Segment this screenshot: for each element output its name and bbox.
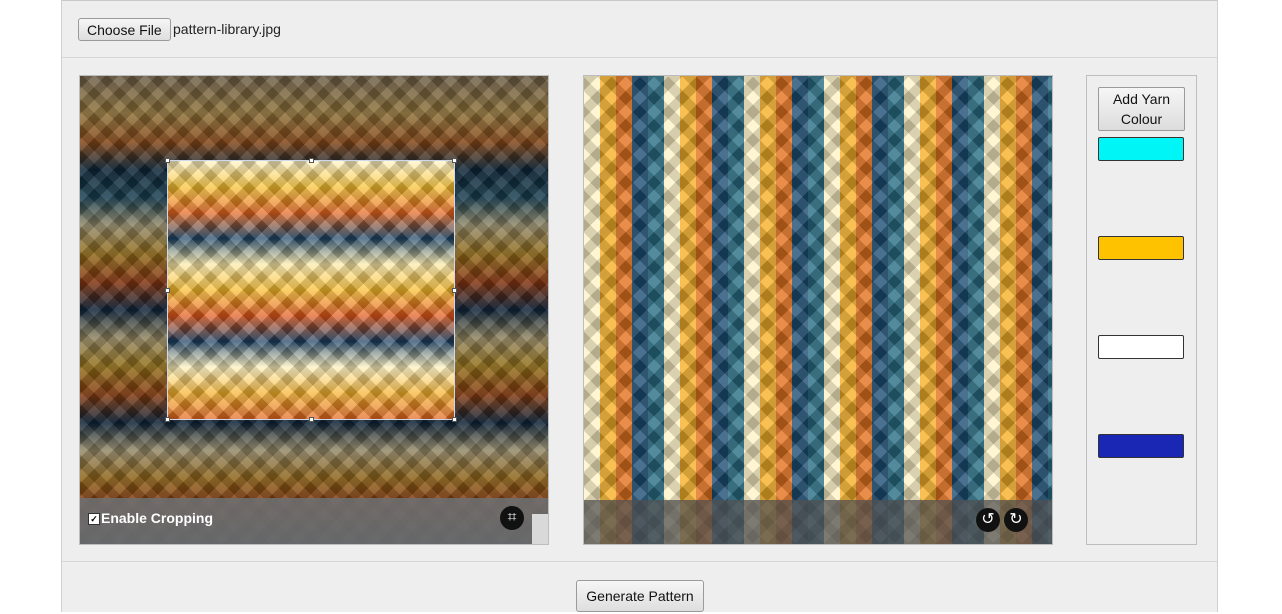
yarn-swatch-3[interactable]: [1098, 335, 1184, 359]
crop-toolbar: ✓ Enable Cropping ⌗: [80, 498, 548, 544]
crop-handle-ne[interactable]: [452, 158, 457, 163]
rotate-left-icon[interactable]: ↺: [976, 508, 1000, 532]
yarn-swatch-4[interactable]: [1098, 434, 1184, 458]
footer-bar: Generate Pattern: [62, 561, 1217, 614]
add-yarn-colour-button[interactable]: Add Yarn Colour: [1098, 87, 1185, 131]
choose-file-button[interactable]: Choose File: [78, 18, 171, 41]
crop-handle-n[interactable]: [309, 158, 314, 163]
pattern-preview-panel: ↺ ↻: [583, 75, 1053, 545]
scrollbar[interactable]: [532, 514, 548, 544]
crop-icon[interactable]: ⌗: [500, 506, 524, 530]
crop-handle-se[interactable]: [452, 417, 457, 422]
app-shell: Choose File pattern-library.jpg ✓ Enable …: [61, 0, 1218, 612]
selected-file-name: pattern-library.jpg: [173, 21, 281, 37]
yarn-swatch-1[interactable]: [1098, 137, 1184, 161]
enable-cropping-label: Enable Cropping: [101, 510, 213, 526]
yarn-colour-panel: Add Yarn Colour: [1086, 75, 1197, 545]
crop-selection[interactable]: [165, 158, 457, 422]
crop-handle-w[interactable]: [165, 288, 170, 293]
generate-pattern-button[interactable]: Generate Pattern: [576, 580, 704, 612]
preview-toolbar: ↺ ↻: [584, 500, 1052, 544]
file-toolbar: Choose File pattern-library.jpg: [62, 1, 1217, 58]
source-image-panel: ✓ Enable Cropping ⌗: [79, 75, 549, 545]
pattern-preview-image: [584, 76, 1052, 544]
enable-cropping-toggle[interactable]: ✓ Enable Cropping: [88, 510, 213, 526]
crop-handle-sw[interactable]: [165, 417, 170, 422]
yarn-swatch-2[interactable]: [1098, 236, 1184, 260]
enable-cropping-checkbox[interactable]: ✓: [88, 513, 100, 525]
crop-handle-nw[interactable]: [165, 158, 170, 163]
crop-handle-s[interactable]: [309, 417, 314, 422]
crop-handle-e[interactable]: [452, 288, 457, 293]
rotate-right-icon[interactable]: ↻: [1004, 508, 1028, 532]
